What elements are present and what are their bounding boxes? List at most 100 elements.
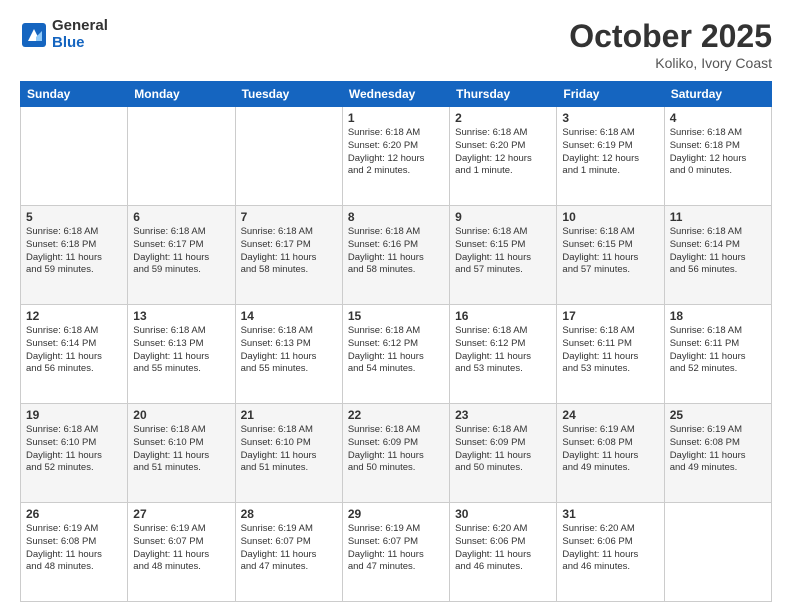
day-number: 19 <box>26 408 122 422</box>
day-header-tuesday: Tuesday <box>235 82 342 107</box>
day-info: Sunrise: 6:20 AM Sunset: 6:06 PM Dayligh… <box>455 523 551 574</box>
day-info: Sunrise: 6:19 AM Sunset: 6:08 PM Dayligh… <box>670 424 766 475</box>
day-info: Sunrise: 6:19 AM Sunset: 6:07 PM Dayligh… <box>133 523 229 574</box>
calendar-cell: 15Sunrise: 6:18 AM Sunset: 6:12 PM Dayli… <box>342 305 449 404</box>
day-info: Sunrise: 6:18 AM Sunset: 6:19 PM Dayligh… <box>562 127 658 178</box>
day-number: 20 <box>133 408 229 422</box>
calendar-cell: 19 Sunrise: 6:18 AM Sunset: 6:10 PM Dayli… <box>21 404 128 503</box>
calendar-cell: 31Sunrise: 6:20 AM Sunset: 6:06 PM Dayli… <box>557 503 664 602</box>
day-number: 3 <box>562 111 658 125</box>
day-number: 29 <box>348 507 444 521</box>
day-header-monday: Monday <box>128 82 235 107</box>
calendar-cell: 12 Sunrise: 6:18 AM Sunset: 6:14 PM Dayli… <box>21 305 128 404</box>
calendar-cell: 5 Sunrise: 6:18 AM Sunset: 6:18 PM Daylig… <box>21 206 128 305</box>
day-info: Sunrise: 6:19 AM Sunset: 6:08 PM Dayligh… <box>562 424 658 475</box>
day-info: Sunrise: 6:18 AM Sunset: 6:12 PM Dayligh… <box>455 325 551 376</box>
calendar-cell: 24Sunrise: 6:19 AM Sunset: 6:08 PM Dayli… <box>557 404 664 503</box>
day-number: 30 <box>455 507 551 521</box>
day-number: 22 <box>348 408 444 422</box>
day-info: Sunrise: 6:19 AM Sunset: 6:07 PM Dayligh… <box>241 523 337 574</box>
day-info: Sunrise: 6:18 AM Sunset: 6:15 PM Dayligh… <box>455 226 551 277</box>
day-number: 27 <box>133 507 229 521</box>
calendar-table: SundayMondayTuesdayWednesdayThursdayFrid… <box>20 81 772 602</box>
day-info: Sunrise: 6:18 AM Sunset: 6:09 PM Dayligh… <box>348 424 444 475</box>
day-info: Sunrise: 6:18 AM Sunset: 6:09 PM Dayligh… <box>455 424 551 475</box>
calendar-cell: 8 Sunrise: 6:18 AM Sunset: 6:16 PM Daylig… <box>342 206 449 305</box>
day-number: 1 <box>348 111 444 125</box>
day-info: Sunrise: 6:18 AM Sunset: 6:16 PM Dayligh… <box>348 226 444 277</box>
day-info: Sunrise: 6:19 AM Sunset: 6:08 PM Dayligh… <box>26 523 122 574</box>
logo-icon <box>20 21 48 49</box>
day-number: 16 <box>455 309 551 323</box>
calendar-cell: 13 Sunrise: 6:18 AM Sunset: 6:13 PM Dayli… <box>128 305 235 404</box>
calendar-cell: 10 Sunrise: 6:18 AM Sunset: 6:15 PM Dayli… <box>557 206 664 305</box>
day-info: Sunrise: 6:18 AM Sunset: 6:10 PM Dayligh… <box>26 424 122 475</box>
logo-general-text: General <box>52 18 108 35</box>
header: General Blue October 2025 Koliko, Ivory … <box>20 18 772 71</box>
logo: General Blue <box>20 18 108 51</box>
location-subtitle: Koliko, Ivory Coast <box>569 55 772 71</box>
day-number: 12 <box>26 309 122 323</box>
calendar-cell: 28 Sunrise: 6:19 AM Sunset: 6:07 PM Dayli… <box>235 503 342 602</box>
day-info: Sunrise: 6:18 AM Sunset: 6:10 PM Dayligh… <box>241 424 337 475</box>
page: General Blue October 2025 Koliko, Ivory … <box>0 0 792 612</box>
calendar-cell: 18Sunrise: 6:18 AM Sunset: 6:11 PM Dayli… <box>664 305 771 404</box>
day-info: Sunrise: 6:18 AM Sunset: 6:14 PM Dayligh… <box>670 226 766 277</box>
calendar-cell: 3 Sunrise: 6:18 AM Sunset: 6:19 PM Daylig… <box>557 107 664 206</box>
calendar-cell: 20 Sunrise: 6:18 AM Sunset: 6:10 PM Dayli… <box>128 404 235 503</box>
title-block: October 2025 Koliko, Ivory Coast <box>569 18 772 71</box>
day-info: Sunrise: 6:18 AM Sunset: 6:11 PM Dayligh… <box>670 325 766 376</box>
calendar-cell: 29 Sunrise: 6:19 AM Sunset: 6:07 PM Dayli… <box>342 503 449 602</box>
day-number: 13 <box>133 309 229 323</box>
day-number: 10 <box>562 210 658 224</box>
day-info: Sunrise: 6:18 AM Sunset: 6:14 PM Dayligh… <box>26 325 122 376</box>
calendar-cell: 7Sunrise: 6:18 AM Sunset: 6:17 PM Daylig… <box>235 206 342 305</box>
day-number: 28 <box>241 507 337 521</box>
day-info: Sunrise: 6:18 AM Sunset: 6:17 PM Dayligh… <box>133 226 229 277</box>
day-info: Sunrise: 6:18 AM Sunset: 6:13 PM Dayligh… <box>133 325 229 376</box>
day-number: 21 <box>241 408 337 422</box>
day-info: Sunrise: 6:18 AM Sunset: 6:20 PM Dayligh… <box>348 127 444 178</box>
calendar-cell: 27 Sunrise: 6:19 AM Sunset: 6:07 PM Dayli… <box>128 503 235 602</box>
day-info: Sunrise: 6:18 AM Sunset: 6:15 PM Dayligh… <box>562 226 658 277</box>
week-row-4: 19 Sunrise: 6:18 AM Sunset: 6:10 PM Dayli… <box>21 404 772 503</box>
day-number: 5 <box>26 210 122 224</box>
day-number: 31 <box>562 507 658 521</box>
day-header-wednesday: Wednesday <box>342 82 449 107</box>
calendar-cell <box>235 107 342 206</box>
calendar-cell: 11Sunrise: 6:18 AM Sunset: 6:14 PM Dayli… <box>664 206 771 305</box>
day-info: Sunrise: 6:18 AM Sunset: 6:18 PM Dayligh… <box>26 226 122 277</box>
day-info: Sunrise: 6:18 AM Sunset: 6:18 PM Dayligh… <box>670 127 766 178</box>
header-row: SundayMondayTuesdayWednesdayThursdayFrid… <box>21 82 772 107</box>
day-info: Sunrise: 6:18 AM Sunset: 6:13 PM Dayligh… <box>241 325 337 376</box>
calendar-cell <box>128 107 235 206</box>
day-number: 14 <box>241 309 337 323</box>
calendar-cell <box>21 107 128 206</box>
calendar-cell: 30 Sunrise: 6:20 AM Sunset: 6:06 PM Dayli… <box>450 503 557 602</box>
day-number: 6 <box>133 210 229 224</box>
week-row-1: 1 Sunrise: 6:18 AM Sunset: 6:20 PM Daylig… <box>21 107 772 206</box>
calendar-cell: 9 Sunrise: 6:18 AM Sunset: 6:15 PM Daylig… <box>450 206 557 305</box>
calendar-cell: 14 Sunrise: 6:18 AM Sunset: 6:13 PM Dayli… <box>235 305 342 404</box>
calendar-cell: 23Sunrise: 6:18 AM Sunset: 6:09 PM Dayli… <box>450 404 557 503</box>
day-header-saturday: Saturday <box>664 82 771 107</box>
day-number: 17 <box>562 309 658 323</box>
day-number: 9 <box>455 210 551 224</box>
calendar-cell: 1 Sunrise: 6:18 AM Sunset: 6:20 PM Daylig… <box>342 107 449 206</box>
calendar-cell: 4Sunrise: 6:18 AM Sunset: 6:18 PM Daylig… <box>664 107 771 206</box>
calendar-cell: 21 Sunrise: 6:18 AM Sunset: 6:10 PM Dayli… <box>235 404 342 503</box>
day-number: 25 <box>670 408 766 422</box>
calendar-cell: 26Sunrise: 6:19 AM Sunset: 6:08 PM Dayli… <box>21 503 128 602</box>
day-info: Sunrise: 6:18 AM Sunset: 6:17 PM Dayligh… <box>241 226 337 277</box>
day-info: Sunrise: 6:18 AM Sunset: 6:12 PM Dayligh… <box>348 325 444 376</box>
calendar-cell <box>664 503 771 602</box>
calendar-cell: 25 Sunrise: 6:19 AM Sunset: 6:08 PM Dayli… <box>664 404 771 503</box>
day-info: Sunrise: 6:19 AM Sunset: 6:07 PM Dayligh… <box>348 523 444 574</box>
day-info: Sunrise: 6:18 AM Sunset: 6:11 PM Dayligh… <box>562 325 658 376</box>
calendar-cell: 6 Sunrise: 6:18 AM Sunset: 6:17 PM Daylig… <box>128 206 235 305</box>
day-number: 2 <box>455 111 551 125</box>
calendar-cell: 17 Sunrise: 6:18 AM Sunset: 6:11 PM Dayli… <box>557 305 664 404</box>
day-number: 8 <box>348 210 444 224</box>
day-info: Sunrise: 6:18 AM Sunset: 6:10 PM Dayligh… <box>133 424 229 475</box>
week-row-5: 26Sunrise: 6:19 AM Sunset: 6:08 PM Dayli… <box>21 503 772 602</box>
